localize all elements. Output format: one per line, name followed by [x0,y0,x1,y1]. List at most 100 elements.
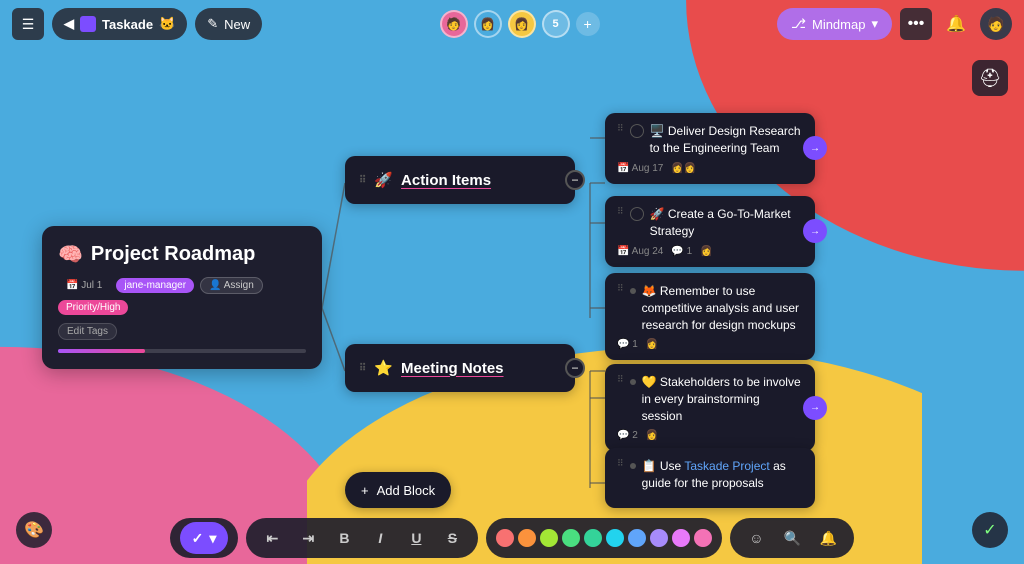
task-card-1[interactable]: ⠿ 🖥️ Deliver Design Research to the Engi… [605,113,815,184]
toolbar-emoji[interactable]: ☺ [740,522,772,554]
color-pink[interactable] [694,529,712,547]
task-meta-2: 📅 Aug 24 💬 1 👩 [617,246,803,257]
taskade-cat-emoji: 🐱 [159,16,175,32]
task-drag-3: ⠿ [617,283,624,294]
color-fuchsia[interactable] [672,529,690,547]
color-green[interactable] [562,529,580,547]
action-items-collapse[interactable]: − [565,170,585,190]
check-chevron: ▾ [209,530,216,547]
topbar-left: ☰ ◀ Taskade 🐱 ✎ New [12,8,262,40]
task-meta-1: 📅 Aug 17 👩👩 [617,163,803,174]
task-drag-1: ⠿ [617,123,624,134]
color-violet[interactable] [650,529,668,547]
user-avatar[interactable]: 🧑 [980,8,1012,40]
task-date-1: 📅 Aug 17 [617,163,663,174]
topbar-center: 🧑 👩 👩 5 + [440,10,600,38]
task-dot-5 [630,463,636,469]
task-date-2: 📅 Aug 24 [617,246,663,257]
toolbar-check-button[interactable]: ✓ ▾ [180,522,229,554]
task-check-1[interactable] [630,124,644,138]
indent-in-icon: ⇥ [303,530,315,547]
task-card-3[interactable]: ⠿ 🦊 Remember to use competitive analysis… [605,273,815,360]
project-roadmap-card[interactable]: 🧠 Project Roadmap 📅 Jul 1 jane-manager 👤… [42,226,322,369]
progress-bar [58,349,306,353]
bold-icon: B [339,530,349,546]
toolbar-bold[interactable]: B [328,522,360,554]
priority-tag[interactable]: Priority/High [58,300,128,315]
task-emoji-5: 📋 [642,459,660,473]
mindmap-label: Mindmap [812,17,865,32]
topbar: ☰ ◀ Taskade 🐱 ✎ New 🧑 👩 👩 5 + ⎇ Mindmap … [0,0,1024,48]
color-red[interactable] [496,529,514,547]
color-orange[interactable] [518,529,536,547]
new-button[interactable]: ✎ New [195,8,262,40]
new-label: New [224,17,250,32]
task-card-5[interactable]: ⠿ 📋 Use Taskade Project as guide for the… [605,448,815,508]
search-icon: 🔍 [784,530,801,547]
confirm-button[interactable]: ✓ [972,512,1008,548]
toolbar-notify[interactable]: 🔔 [812,522,844,554]
canvas: 🧠 Project Roadmap 📅 Jul 1 jane-manager 👤… [0,48,1024,516]
edit-tags-button[interactable]: Edit Tags [58,323,117,340]
toolbar-underline[interactable]: U [400,522,432,554]
color-lime[interactable] [540,529,558,547]
italic-icon: I [378,530,382,546]
indent-out-icon: ⇤ [267,530,279,547]
brain-emoji: 🧠 [58,242,83,267]
task-avatars-3: 👩 [646,339,658,350]
add-block-label: Add Block [377,483,436,498]
palette-button[interactable]: 🎨 [16,512,52,548]
topbar-right: ⎇ Mindmap ▾ ••• 🔔 🧑 [777,8,1012,40]
task-title-3: 🦊 Remember to use competitive analysis a… [642,283,803,333]
task-expand-2[interactable]: → [803,219,827,243]
task-card-4[interactable]: ⠿ 💛 Stakeholders to be involve in every … [605,364,815,451]
add-block-icon: + [361,483,369,498]
project-manager-tag[interactable]: jane-manager [116,278,194,293]
assign-tag[interactable]: 👤 Assign [200,277,263,294]
helmet-button[interactable]: ⛑ [972,60,1008,96]
task-avatars-2: 👩 [700,246,712,257]
taskade-label: Taskade [102,17,153,32]
meeting-notes-block[interactable]: ⠿ ⭐ Meeting Notes − [345,344,575,392]
toolbar-indent-out[interactable]: ⇤ [256,522,288,554]
avatar-count: 5 [542,10,570,38]
mindmap-button[interactable]: ⎇ Mindmap ▾ [777,8,892,40]
notifications-button[interactable]: 🔔 [940,8,972,40]
taskade-project-link[interactable]: Taskade Project [684,459,769,473]
taskade-logo [80,16,96,32]
color-blue[interactable] [628,529,646,547]
color-cyan[interactable] [606,529,624,547]
project-date: 📅 Jul 1 [58,278,110,293]
action-items-block[interactable]: ⠿ 🚀 Action Items − [345,156,575,204]
toolbar-extras-group: ☺ 🔍 🔔 [730,518,854,558]
task-emoji-1: 🖥️ [650,124,668,138]
menu-button[interactable]: ☰ [12,8,44,40]
task-expand-4[interactable]: → [803,396,827,420]
more-options-button[interactable]: ••• [900,8,932,40]
task-check-2[interactable] [630,207,644,221]
meeting-notes-collapse[interactable]: − [565,358,585,378]
toolbar-strikethrough[interactable]: S [436,522,468,554]
toolbar-check-group: ✓ ▾ [170,518,239,558]
action-items-label: Action Items [401,172,491,189]
toolbar-format-group: ⇤ ⇥ B I U S [246,518,478,558]
emoji-icon: ☺ [749,530,763,546]
task-drag-2: ⠿ [617,206,624,217]
palette-icon: 🎨 [24,520,44,540]
color-emerald[interactable] [584,529,602,547]
task-card-2[interactable]: ⠿ 🚀 Create a Go-To-Market Strategy 📅 Aug… [605,196,815,267]
task-meta-4: 💬 2 👩 [617,430,803,441]
confirm-icon: ✓ [983,520,996,540]
toolbar-italic[interactable]: I [364,522,396,554]
toolbar-search[interactable]: 🔍 [776,522,808,554]
progress-fill [58,349,145,353]
avatar-3: 👩 [508,10,536,38]
toolbar-indent-in[interactable]: ⇥ [292,522,324,554]
add-block-button[interactable]: + Add Block [345,472,451,508]
drag-handle-meeting: ⠿ [359,363,366,374]
task-expand-1[interactable]: → [803,136,827,160]
back-taskade-button[interactable]: ◀ Taskade 🐱 [52,8,187,40]
task-comments-4: 💬 2 [617,430,638,441]
add-member-button[interactable]: + [576,12,600,36]
toolbar: ✓ ▾ ⇤ ⇥ B I U S [0,512,1024,564]
